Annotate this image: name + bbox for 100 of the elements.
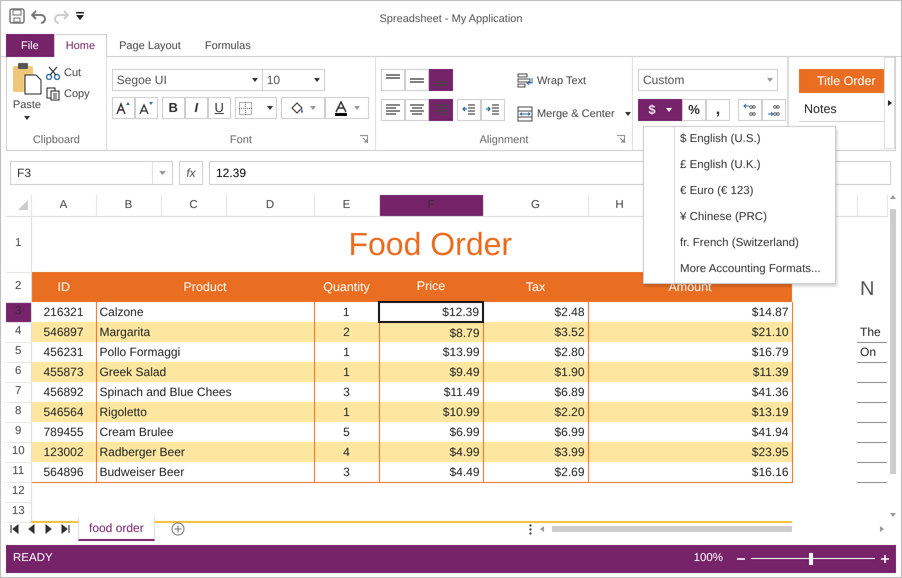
number-format-combo[interactable]: Custom <box>638 69 778 91</box>
underline-button[interactable]: U <box>208 97 231 119</box>
row-header[interactable]: 8 <box>6 402 31 422</box>
name-box[interactable]: F3 <box>10 161 173 185</box>
menu-item[interactable]: € Euro (€ 123) <box>644 179 835 205</box>
italic-button[interactable]: I <box>184 97 208 119</box>
cut-button[interactable]: Cut <box>46 65 90 82</box>
align-middle-button[interactable] <box>405 69 429 91</box>
caret-icon <box>24 116 30 120</box>
file-tab[interactable]: File <box>6 34 54 57</box>
row-header[interactable]: 10 <box>6 442 31 462</box>
column-header[interactable]: A <box>31 195 96 216</box>
row-header[interactable]: 5 <box>6 342 31 362</box>
wrap-text-button[interactable]: Wrap Text <box>517 73 631 90</box>
table-cell: 564896 <box>31 462 96 482</box>
table-cell: 789455 <box>31 422 96 442</box>
table-cell: $12.39 <box>379 302 483 322</box>
scroll-up-icon[interactable] <box>890 195 896 199</box>
first-sheet-icon[interactable] <box>10 524 19 534</box>
column-header[interactable]: E <box>314 195 379 216</box>
table-cell: $16.16 <box>588 462 792 482</box>
sheet-tab[interactable]: food order <box>78 517 155 541</box>
scroll-down-icon[interactable] <box>890 513 896 517</box>
row-header[interactable]: 13 <box>6 502 31 522</box>
fill-color-button[interactable] <box>280 97 325 119</box>
next-sheet-icon[interactable] <box>44 524 53 534</box>
merge-center-button[interactable]: Merge & Center <box>517 106 631 122</box>
paste-button[interactable]: Paste <box>12 61 42 132</box>
align-center-button[interactable] <box>405 99 429 121</box>
row-header[interactable]: 9 <box>6 422 31 442</box>
scrollbar-thumb[interactable] <box>890 209 896 474</box>
table-cell: 1 <box>314 362 379 382</box>
add-sheet-icon[interactable] <box>170 522 185 536</box>
splitter-icon[interactable] <box>529 524 532 534</box>
row-header[interactable]: 2 <box>6 272 31 302</box>
scroll-right-icon[interactable] <box>880 526 884 532</box>
last-sheet-icon[interactable] <box>61 524 70 534</box>
menu-item[interactable]: fr. French (Switzerland) <box>644 231 835 257</box>
borders-button[interactable] <box>234 97 277 119</box>
table-cell: $4.49 <box>379 462 483 482</box>
row-header[interactable]: 7 <box>6 382 31 402</box>
column-header[interactable]: G <box>483 195 588 216</box>
table-cell: $3.52 <box>483 322 588 342</box>
table-cell: $10.99 <box>379 402 483 422</box>
ribbon-tab[interactable]: Home <box>54 34 108 57</box>
column-header[interactable]: D <box>226 195 314 216</box>
menu-item[interactable]: More Accounting Formats... <box>644 257 835 283</box>
decrease-decimal-button[interactable] <box>762 99 786 121</box>
row-header[interactable]: 11 <box>6 462 31 482</box>
menu-item[interactable]: £ English (U.K.) <box>644 153 835 179</box>
undo-icon[interactable] <box>31 8 47 24</box>
dropdown-icon[interactable] <box>75 11 85 21</box>
horizontal-scrollbar[interactable] <box>552 526 792 532</box>
paint-bucket-icon <box>290 102 304 114</box>
save-icon[interactable] <box>9 8 25 24</box>
table-cell: 456892 <box>31 382 96 402</box>
menu-item[interactable]: ¥ Chinese (PRC) <box>644 205 835 231</box>
increase-decimal-button[interactable] <box>738 99 762 121</box>
sheet-title: Food Order <box>348 226 512 262</box>
table-cell: Rigoletto <box>96 402 314 422</box>
decrease-indent-button[interactable] <box>457 99 481 121</box>
column-header[interactable]: C <box>161 195 226 216</box>
row-header[interactable]: 6 <box>6 362 31 382</box>
zoom-in-icon[interactable] <box>881 555 889 563</box>
row-header[interactable]: 4 <box>6 322 31 342</box>
align-left-button[interactable] <box>381 99 405 121</box>
zoom-out-icon[interactable] <box>737 555 745 563</box>
insert-function-button[interactable]: fx <box>179 161 203 185</box>
comma-style-button[interactable]: , <box>706 99 730 121</box>
row-header[interactable]: 12 <box>6 482 31 502</box>
align-top-button[interactable] <box>381 69 405 91</box>
table-cell: 216321 <box>31 302 96 322</box>
slider-thumb[interactable] <box>808 553 813 565</box>
align-left-icon <box>385 103 401 117</box>
shrink-font-button[interactable] <box>134 97 158 119</box>
percent-button[interactable]: % <box>682 99 706 121</box>
launcher-icon[interactable] <box>617 135 625 143</box>
previous-sheet-icon[interactable] <box>27 524 36 534</box>
table-cell: $21.10 <box>588 322 792 342</box>
launcher-icon[interactable] <box>360 135 368 143</box>
font-size-combo[interactable]: 10 <box>262 69 325 91</box>
borders-icon <box>238 102 252 114</box>
row-header[interactable]: 1 <box>6 216 31 272</box>
font-color-button[interactable] <box>324 97 369 119</box>
column-header[interactable]: B <box>96 195 161 216</box>
bold-button[interactable]: B <box>162 97 185 119</box>
accounting-format-button[interactable]: $ <box>638 99 682 121</box>
table-cell: Greek Salad <box>96 362 314 382</box>
zoom-slider[interactable] <box>751 553 875 565</box>
grow-font-button[interactable] <box>112 97 135 119</box>
scroll-left-icon[interactable] <box>540 526 544 532</box>
ribbon-tab[interactable]: Page Layout <box>107 34 193 57</box>
caret-icon <box>314 78 320 82</box>
font-name-combo[interactable]: Segoe UI <box>112 69 263 91</box>
zoom-level: 100% <box>694 551 723 566</box>
table-cell: $2.20 <box>483 402 588 422</box>
copy-button[interactable]: Copy <box>46 86 90 102</box>
menu-item[interactable]: $ English (U.S.) <box>644 127 835 153</box>
increase-indent-button[interactable] <box>481 99 505 121</box>
ribbon-tab[interactable]: Formulas <box>192 34 263 57</box>
